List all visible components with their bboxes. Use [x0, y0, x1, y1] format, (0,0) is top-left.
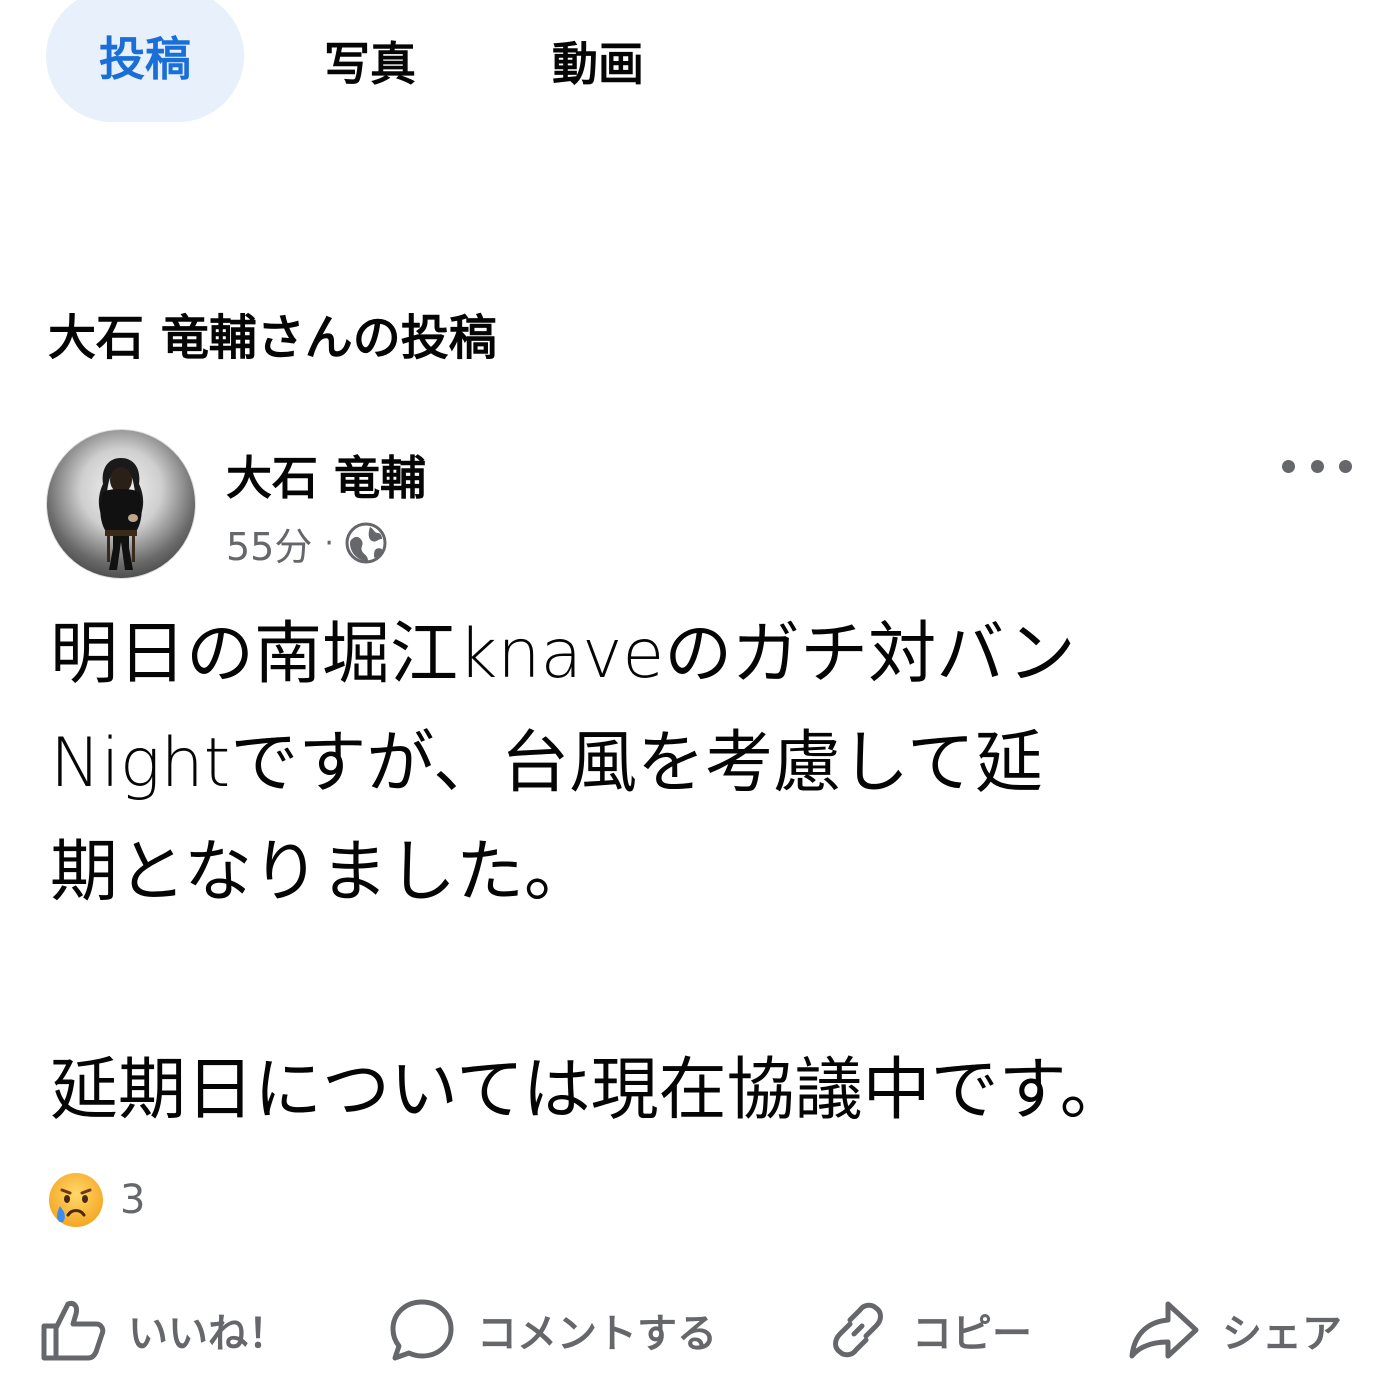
like-label: いいね！ — [128, 1311, 288, 1357]
share-icon — [1129, 1301, 1199, 1359]
like-icon — [41, 1301, 106, 1361]
tab-posts[interactable]: 投稿 — [46, 0, 244, 122]
globe-icon — [345, 522, 387, 564]
section-title: 大石 竜輔さんの投稿 — [48, 310, 497, 366]
avatar-photo — [98, 458, 144, 570]
reaction-summary[interactable]: 3 — [46, 1170, 145, 1230]
post-body-line: 延期日については現在協議中です。 — [50, 1051, 1128, 1130]
post-body: 明日の南堀江knaveのガチ対バン Nightですが、台風を考慮して延 期となり… — [50, 600, 1370, 1145]
author-avatar[interactable] — [46, 429, 196, 579]
copy-button[interactable]: コピー — [822, 1290, 1032, 1370]
comment-icon — [390, 1299, 454, 1361]
reaction-count: 3 — [120, 1177, 146, 1223]
post-action-bar: いいね！ コメントする コピー シェア — [0, 1290, 1400, 1370]
share-label: シェア — [1222, 1311, 1342, 1357]
copy-label: コピー — [912, 1311, 1032, 1357]
post-body-line: 期となりました。 — [50, 833, 592, 912]
comment-label: コメントする — [477, 1311, 717, 1357]
author-name[interactable]: 大石 竜輔 — [226, 442, 426, 508]
comment-button[interactable]: コメントする — [385, 1290, 717, 1370]
share-button[interactable]: シェア — [1126, 1290, 1342, 1370]
profile-tabs: 投稿 写真 動画 — [0, 0, 1400, 125]
tab-videos[interactable]: 動画 — [528, 0, 668, 122]
like-button[interactable]: いいね！ — [38, 1290, 288, 1370]
post-body-line: Nightですが、台風を考慮して延 — [50, 724, 1043, 803]
crying-face-icon — [49, 1173, 103, 1227]
meta-separator: · — [324, 525, 334, 561]
tab-photos[interactable]: 写真 — [300, 0, 440, 122]
post-page: 投稿 写真 動画 大石 竜輔さんの投稿 大石 竜輔 55分 · 明日の南堀江kn… — [0, 0, 1400, 1400]
post-body-line: 明日の南堀江knaveのガチ対バン — [50, 615, 1076, 694]
post-meta: 55分 · — [226, 516, 388, 571]
post-time[interactable]: 55分 — [226, 516, 312, 571]
link-icon — [833, 1302, 883, 1358]
more-options-icon[interactable] — [1282, 448, 1352, 484]
